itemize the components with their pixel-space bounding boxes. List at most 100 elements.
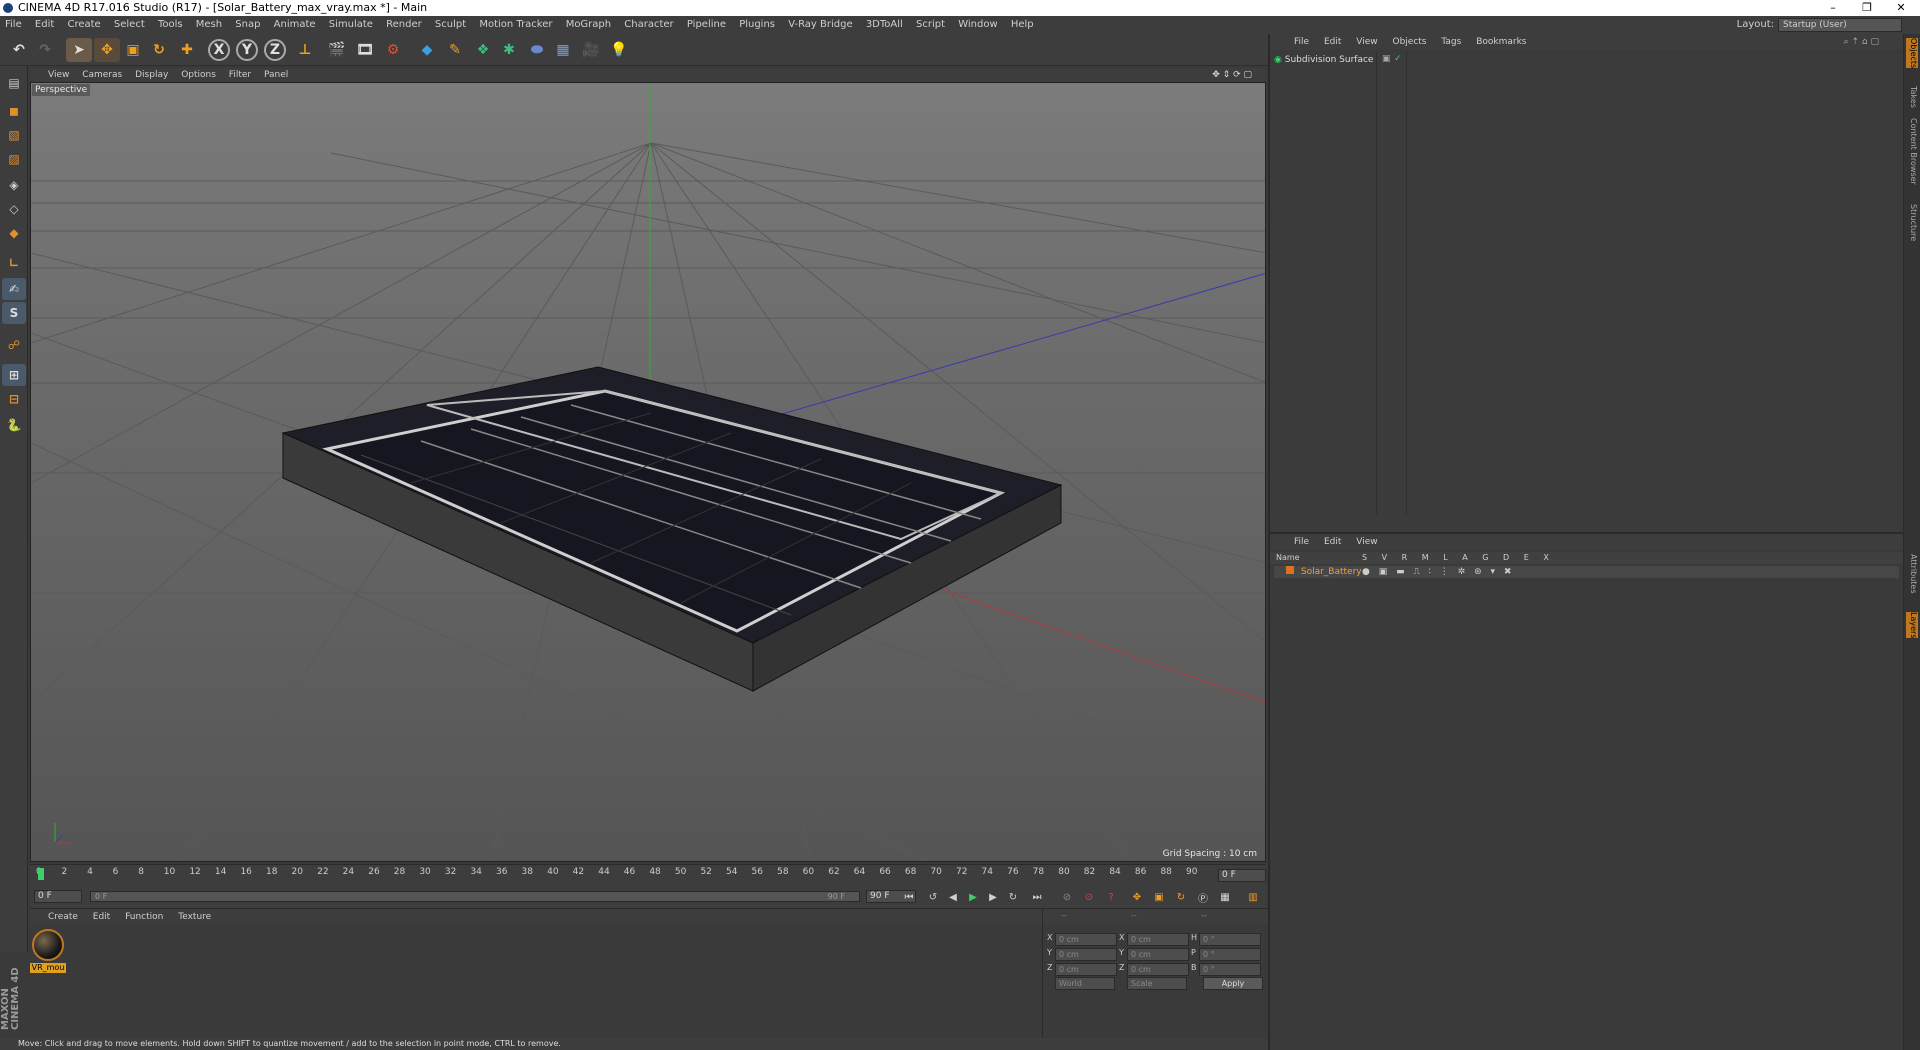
axis-mode-icon[interactable]: ∟ (2, 252, 26, 274)
camera-icon[interactable]: 🎥 (578, 38, 604, 62)
edges-mode-icon[interactable]: ◇ (2, 198, 26, 220)
key-parameter-icon[interactable]: Ⓟ (1194, 888, 1212, 906)
menu-snap[interactable]: Snap (230, 16, 265, 34)
timeline-ruler[interactable]: 0246810121416182022242628303234363840424… (30, 864, 1266, 886)
menu-render[interactable]: Render (381, 16, 427, 34)
menu-plugins[interactable]: Plugins (734, 16, 780, 34)
position-y-field[interactable]: 0 cm (1055, 948, 1117, 961)
viewport-menu-view[interactable]: View (48, 70, 69, 80)
size-mode-dropdown[interactable]: Scale (1127, 977, 1187, 990)
current-frame-field[interactable]: 0 F (1218, 869, 1266, 882)
previous-frame-icon[interactable]: ◀ (944, 888, 962, 906)
snap-icon[interactable]: S (2, 302, 26, 324)
menu-animate[interactable]: Animate (269, 16, 321, 34)
tab-content-browser[interactable]: Content Browser (1906, 118, 1918, 185)
light-icon[interactable]: 💡 (606, 38, 632, 62)
apply-button[interactable]: Apply (1203, 977, 1263, 990)
keyframe-selection-icon[interactable]: ? (1102, 888, 1120, 906)
viewport-camera-label[interactable]: Perspective (32, 84, 91, 96)
size-x-field[interactable]: 0 cm (1127, 933, 1189, 946)
autokey-icon[interactable]: ⊙ (1080, 888, 1098, 906)
deformer-icon[interactable]: ⬬ (524, 38, 550, 62)
key-scale-icon[interactable]: ▣ (1150, 888, 1168, 906)
object-menu-tags[interactable]: Tags (1441, 37, 1461, 47)
position-x-field[interactable]: 0 cm (1055, 933, 1117, 946)
menu-3dtoall[interactable]: 3DToAll (861, 16, 908, 34)
y-axis-lock-button[interactable]: Y (236, 39, 258, 61)
timeline-window-icon[interactable]: ▥ (1244, 888, 1262, 906)
menu-character[interactable]: Character (619, 16, 678, 34)
key-rotation-icon[interactable]: ↻ (1172, 888, 1190, 906)
menu-script[interactable]: Script (911, 16, 950, 34)
polygons-mode-icon[interactable]: ◆ (2, 222, 26, 244)
object-menu-view[interactable]: View (1356, 37, 1377, 47)
previous-key-icon[interactable]: ↺ (924, 888, 942, 906)
make-editable-icon[interactable]: ▤ (2, 72, 26, 94)
minimize-button[interactable]: – (1818, 0, 1848, 16)
scale-icon[interactable]: ▣ (120, 38, 146, 62)
key-pla-icon[interactable]: ▦ (1216, 888, 1234, 906)
material-menu-function[interactable]: Function (125, 912, 163, 922)
select-arrow-icon[interactable]: ➤ (66, 38, 92, 62)
menu-vray-bridge[interactable]: V-Ray Bridge (783, 16, 857, 34)
record-keys-icon[interactable]: ⊘ (1058, 888, 1076, 906)
workplane-mode-icon[interactable]: ▨ (2, 148, 26, 170)
restore-button[interactable]: ❐ (1852, 0, 1882, 16)
menu-sculpt[interactable]: Sculpt (430, 16, 471, 34)
subdivision-surface-icon[interactable]: ❖ (470, 38, 496, 62)
sculpt-icon[interactable]: ☍ (2, 334, 26, 356)
tab-takes[interactable]: Takes (1906, 86, 1918, 108)
cube-primitive-icon[interactable]: ◆ (414, 38, 440, 62)
menu-select[interactable]: Select (109, 16, 150, 34)
menu-motion-tracker[interactable]: Motion Tracker (474, 16, 557, 34)
material-menu-texture[interactable]: Texture (178, 912, 211, 922)
layer-menu-edit[interactable]: Edit (1324, 537, 1341, 547)
rotation-p-field[interactable]: 0 ° (1199, 948, 1261, 961)
tab-objects[interactable]: Objects (1906, 38, 1918, 69)
material-menu-create[interactable]: Create (48, 912, 78, 922)
move-icon[interactable]: ✥ (94, 38, 120, 62)
playhead-marker[interactable] (38, 868, 44, 880)
close-button[interactable]: ✕ (1886, 0, 1916, 16)
layer-flag-icons[interactable]: ● ▣ ▬ ⎍ ∶ ⋮ ✲ ⊛ ▾ ✖ (1362, 566, 1514, 578)
workplane-icon[interactable]: ⊟ (2, 388, 26, 410)
lock-workplane-icon[interactable]: ⊞ (2, 364, 26, 386)
render-settings-icon[interactable]: ⚙ (380, 38, 406, 62)
viewport-nav-icons[interactable]: ✥ ⇕ ⟳ ▢ (1212, 68, 1252, 82)
tab-attributes[interactable]: Attributes (1906, 554, 1918, 594)
viewport-menu-display[interactable]: Display (135, 70, 168, 80)
size-y-field[interactable]: 0 cm (1127, 948, 1189, 961)
object-menu-file[interactable]: File (1294, 37, 1309, 47)
viewport-menu-filter[interactable]: Filter (229, 70, 251, 80)
layer-menu-file[interactable]: File (1294, 537, 1309, 547)
z-axis-lock-button[interactable]: Z (264, 39, 286, 61)
rotate-icon[interactable]: ↻ (146, 38, 172, 62)
object-menu-bookmarks[interactable]: Bookmarks (1476, 37, 1526, 47)
object-visibility-toggle-icon[interactable]: ▣ (1382, 54, 1391, 64)
coordinate-system-icon[interactable]: ⊥ (292, 38, 318, 62)
points-mode-icon[interactable]: ◈ (2, 174, 26, 196)
play-icon[interactable]: ▶ (964, 888, 982, 906)
tab-structure[interactable]: Structure (1906, 204, 1918, 241)
key-position-icon[interactable]: ✥ (1128, 888, 1146, 906)
render-view-icon[interactable]: 🎬 (324, 38, 350, 62)
goto-end-icon[interactable]: ⏭ (1028, 888, 1046, 906)
undo-icon[interactable]: ↶ (6, 38, 32, 62)
next-frame-icon[interactable]: ▶ (984, 888, 1002, 906)
menu-simulate[interactable]: Simulate (324, 16, 378, 34)
viewport-menu-panel[interactable]: Panel (264, 70, 288, 80)
object-menu-edit[interactable]: Edit (1324, 37, 1341, 47)
pen-spline-icon[interactable]: ✎ (442, 38, 468, 62)
rotation-h-field[interactable]: 0 ° (1199, 933, 1261, 946)
menu-tools[interactable]: Tools (153, 16, 188, 34)
material-name-label[interactable]: VR_mou (30, 963, 66, 973)
menu-create[interactable]: Create (62, 16, 105, 34)
material-menu-edit[interactable]: Edit (93, 912, 110, 922)
object-manager-search-icons[interactable]: ⌕ ⇡ ⌂ ▢ (1844, 34, 1879, 50)
menu-mesh[interactable]: Mesh (191, 16, 227, 34)
transform-icon[interactable]: ✚ (174, 38, 200, 62)
viewport-menu-cameras[interactable]: Cameras (82, 70, 122, 80)
menu-mograph[interactable]: MoGraph (561, 16, 616, 34)
layer-row-solar-battery[interactable]: Solar_Battery ● ▣ ▬ ⎍ ∶ ⋮ ✲ ⊛ ▾ ✖ (1274, 566, 1899, 578)
layout-dropdown[interactable]: Startup (User) (1778, 18, 1902, 32)
